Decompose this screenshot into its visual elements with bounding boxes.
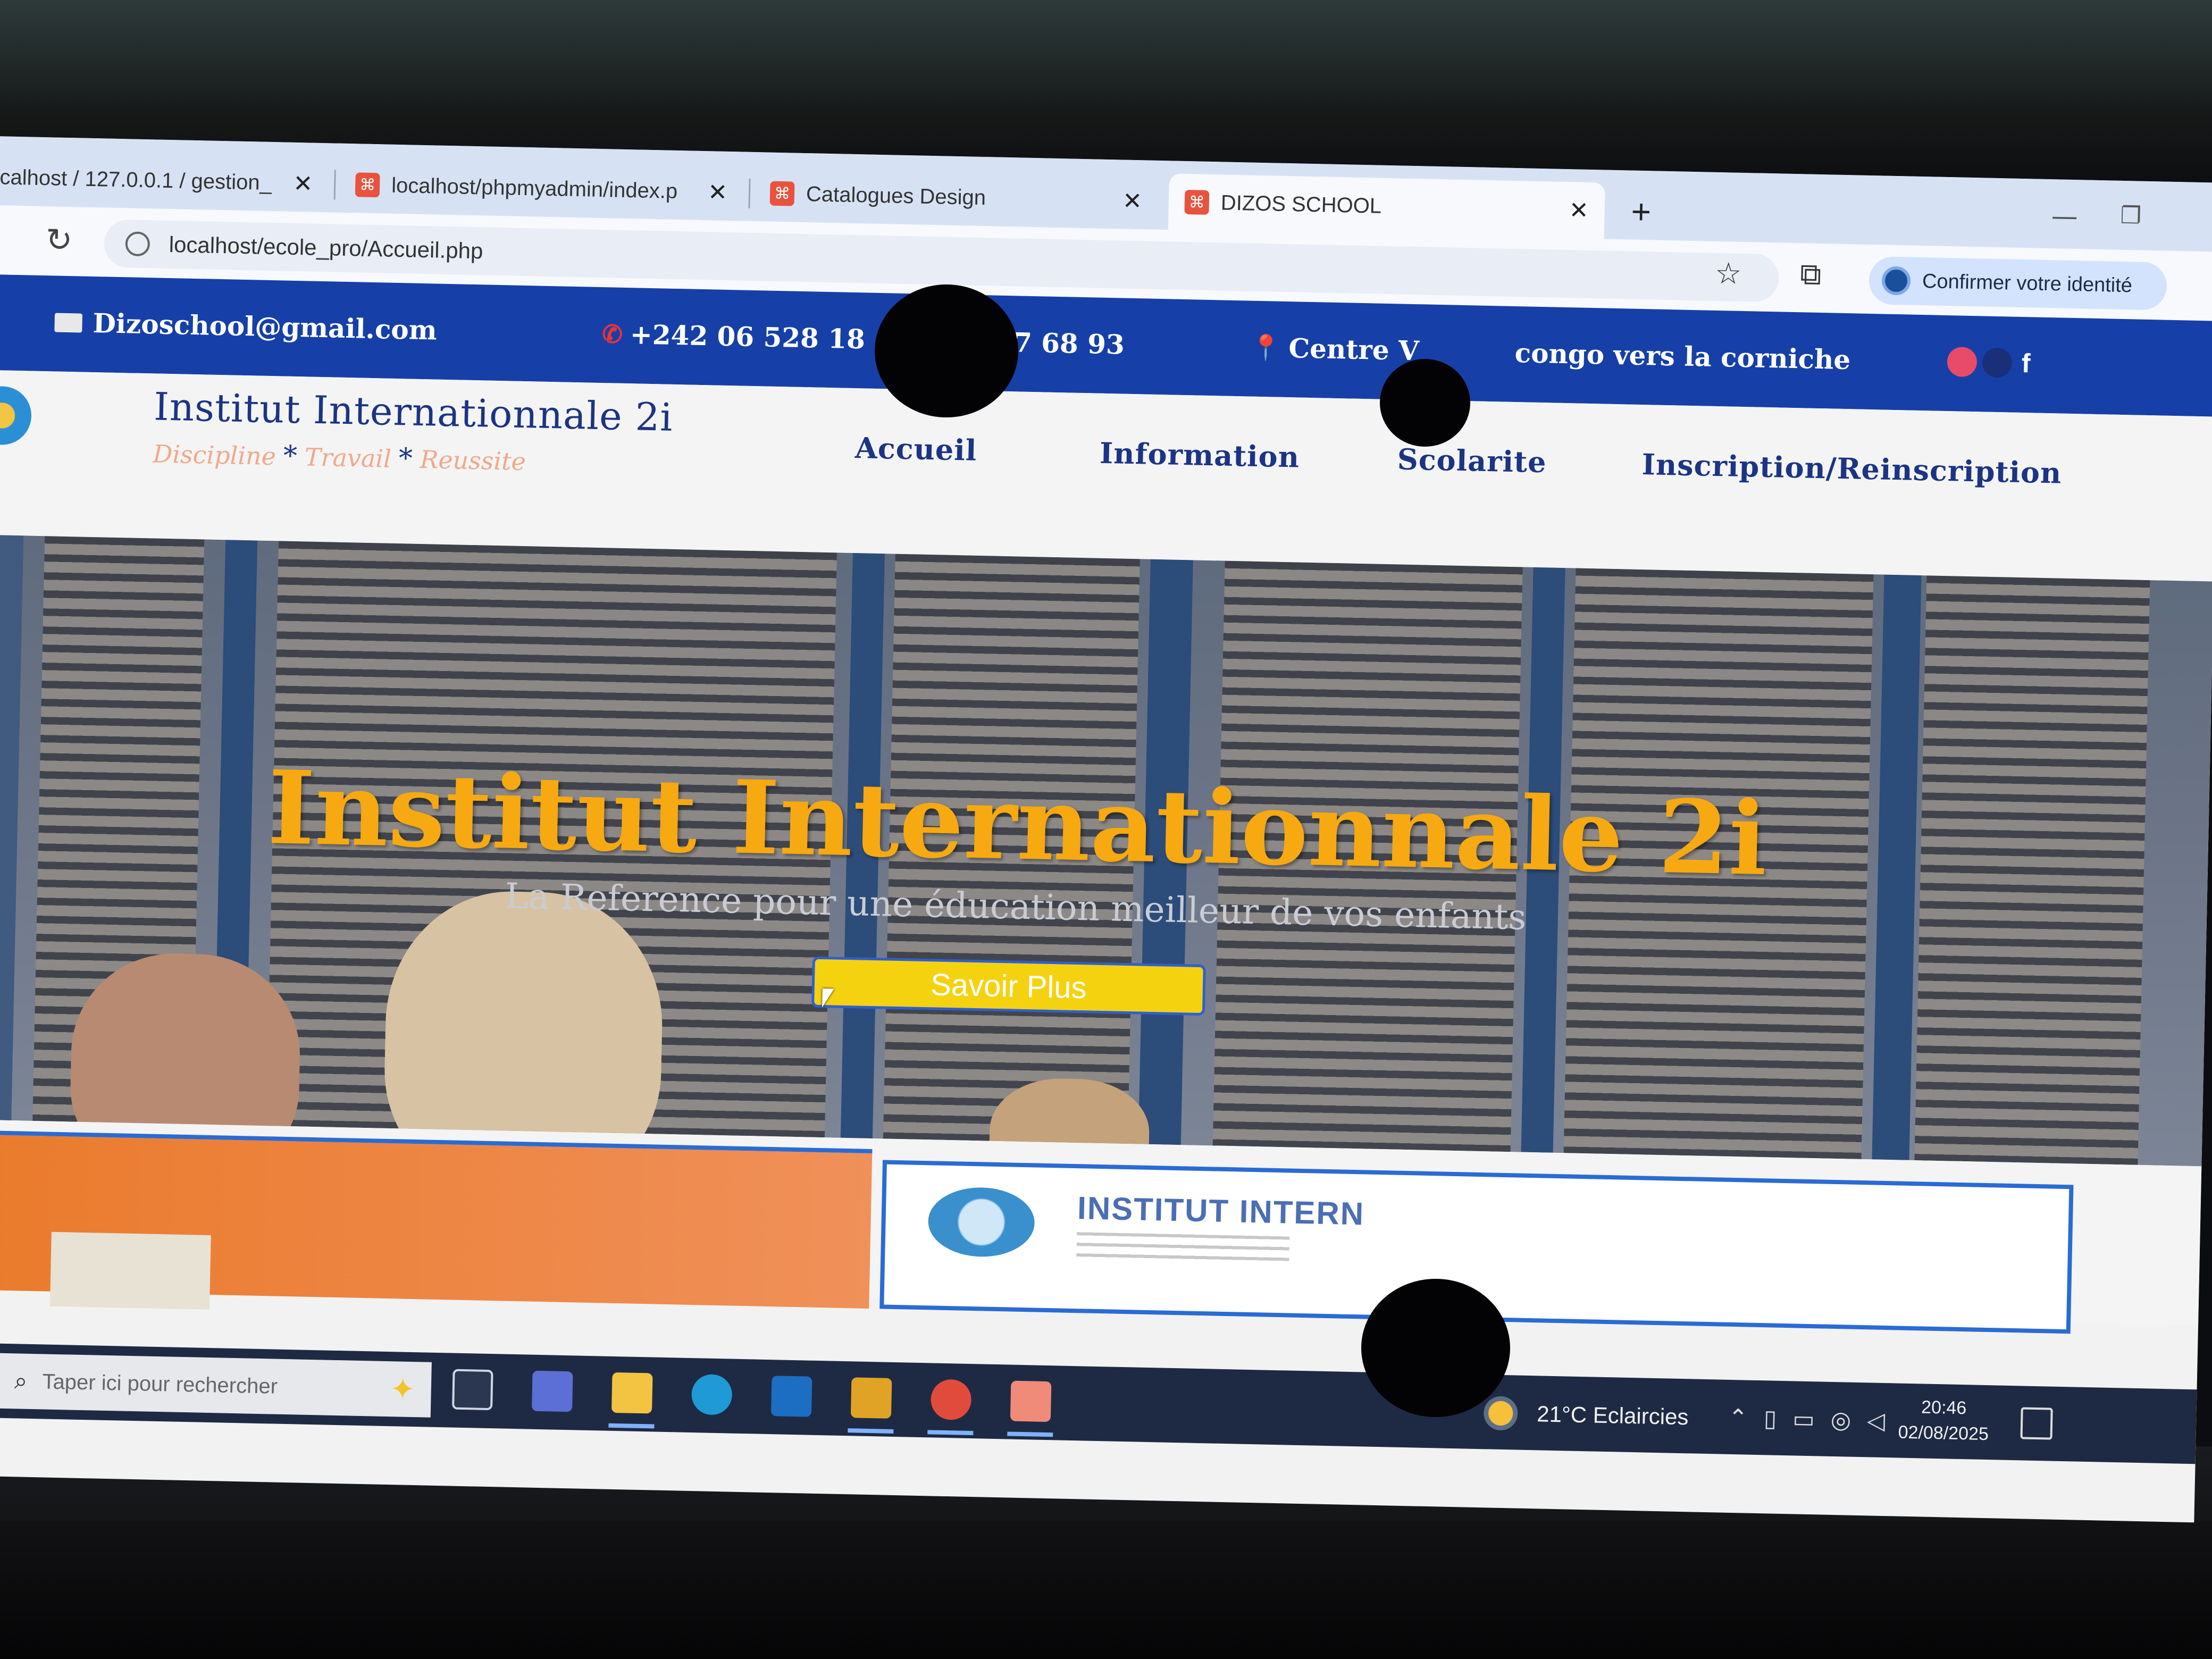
reload-icon[interactable]: ↻ bbox=[45, 221, 73, 259]
weather-text: 21°C Eclaircies bbox=[1536, 1401, 1689, 1430]
nav-scolarite[interactable]: Scolarite bbox=[1397, 442, 1547, 479]
site-title[interactable]: Institut Internationnale 2i bbox=[154, 384, 674, 439]
redaction-blot bbox=[1380, 359, 1470, 447]
mail-icon bbox=[54, 312, 83, 333]
mouse-cursor-icon bbox=[822, 988, 834, 1008]
weather-widget[interactable]: 21°C Eclaircies bbox=[1483, 1396, 1689, 1434]
copilot-spark-icon[interactable]: ✦ bbox=[390, 1371, 415, 1407]
search-placeholder: Taper ici pour rechercher bbox=[42, 1369, 278, 1398]
hero-banner: Institut Internationnale 2i La Reference… bbox=[0, 534, 2212, 1167]
tab-catalogues-design[interactable]: ⌘ Catalogues Design ✕ bbox=[753, 165, 1159, 230]
active-app-indicator bbox=[927, 1430, 974, 1436]
active-app-indicator bbox=[848, 1428, 894, 1434]
new-tab-button[interactable]: + bbox=[1631, 192, 1652, 232]
active-app-indicator bbox=[608, 1423, 655, 1429]
motto-word: Travail bbox=[304, 442, 392, 473]
location-pin-icon: 📍 bbox=[1250, 332, 1282, 362]
contact-address: 📍 Centre V congo vers la corniche bbox=[1250, 332, 1851, 376]
card-subtext bbox=[1076, 1232, 1290, 1263]
contact-email[interactable]: Dizoschool@gmail.com bbox=[54, 306, 437, 346]
address-url[interactable]: localhost/ecole_pro/Accueil.php bbox=[169, 232, 483, 264]
edge-icon[interactable] bbox=[691, 1374, 733, 1415]
store-icon[interactable] bbox=[531, 1370, 573, 1412]
contact-phone: ✆ +242 06 528 18 40/ 06 907 68 93 bbox=[601, 318, 1125, 360]
orange-card[interactable] bbox=[0, 1129, 873, 1310]
motto-separator: * bbox=[398, 442, 413, 475]
phone-icon: ✆ bbox=[601, 319, 623, 349]
xampp-icon[interactable] bbox=[1010, 1380, 1052, 1422]
xampp-icon: ⌘ bbox=[1184, 189, 1210, 215]
close-icon[interactable]: ✕ bbox=[1122, 187, 1143, 215]
tab-label: Catalogues Design bbox=[806, 182, 986, 210]
tab-label: localhost/phpmyadmin/index.p bbox=[391, 173, 678, 203]
redaction-blot bbox=[875, 284, 1018, 417]
facebook-icon[interactable]: f bbox=[2021, 348, 2031, 379]
laptop-screen: localhost / 127.0.0.1 / gestion_ ✕ ⌘ loc… bbox=[0, 136, 2212, 1523]
taskbar-search[interactable]: ⌕ Taper ici pour rechercher ✦ bbox=[0, 1353, 432, 1418]
savoir-plus-button[interactable]: Savoir Plus bbox=[811, 956, 1206, 1016]
social-icon[interactable] bbox=[1982, 347, 2013, 378]
system-tray[interactable]: ⌃▯▭◎◁ bbox=[1728, 1404, 1901, 1435]
confirm-identity-button[interactable]: Confirmer votre identité bbox=[1869, 256, 2167, 311]
identity-label: Confirmer votre identité bbox=[1922, 270, 2133, 297]
sublime-text-icon[interactable] bbox=[850, 1377, 892, 1419]
taskbar-clock[interactable]: 20:46 02/08/2025 bbox=[1898, 1394, 1989, 1447]
tab-label: localhost / 127.0.0.1 / gestion_ bbox=[0, 165, 272, 195]
task-view-icon[interactable] bbox=[452, 1369, 493, 1411]
social-links: f bbox=[1941, 346, 2031, 379]
laptop-keyboard-edge bbox=[0, 1521, 2212, 1659]
address-gap bbox=[1419, 351, 1515, 353]
xampp-icon: ⌘ bbox=[769, 181, 795, 206]
address-start: Centre V bbox=[1288, 332, 1420, 367]
chrome-icon[interactable] bbox=[930, 1379, 972, 1421]
restore-icon[interactable]: ❐ bbox=[2120, 202, 2142, 230]
tab-phpmyadmin[interactable]: ⌘ localhost/phpmyadmin/index.p ✕ bbox=[339, 156, 744, 221]
close-icon[interactable]: ✕ bbox=[1569, 197, 1589, 224]
address-end: congo vers la corniche bbox=[1514, 337, 1851, 376]
extensions-icon[interactable]: ⧉ bbox=[1800, 257, 1822, 292]
minimize-icon[interactable]: — bbox=[2051, 200, 2078, 232]
house-icon bbox=[49, 1231, 211, 1310]
site-motto: Discipline * Travail * Reussite bbox=[153, 437, 526, 477]
tab-label: DIZOS SCHOOL bbox=[1220, 190, 1382, 218]
nav-accueil[interactable]: Accueil bbox=[854, 431, 977, 467]
email-social-icon[interactable] bbox=[1947, 347, 1978, 378]
close-icon[interactable]: ✕ bbox=[708, 179, 728, 206]
file-explorer-icon[interactable] bbox=[611, 1372, 653, 1414]
site-info-icon[interactable] bbox=[125, 231, 150, 257]
clock-date: 02/08/2025 bbox=[1898, 1422, 1989, 1445]
weather-icon bbox=[1483, 1396, 1518, 1431]
profile-icon bbox=[1881, 266, 1911, 296]
school-logo[interactable] bbox=[0, 386, 32, 446]
tab-divider bbox=[333, 170, 336, 200]
notification-icon[interactable] bbox=[2020, 1407, 2053, 1440]
motto-separator: * bbox=[283, 440, 298, 473]
clock-time: 20:46 bbox=[1921, 1397, 1967, 1419]
bookmark-star-icon[interactable]: ☆ bbox=[1715, 256, 1742, 291]
card-title: INSTITUT INTERN bbox=[1077, 1190, 1365, 1232]
email-text: Dizoschool@gmail.com bbox=[93, 307, 438, 346]
motto-word: Discipline bbox=[152, 439, 276, 471]
nav-information[interactable]: Information bbox=[1099, 436, 1300, 474]
tab-dizos-school[interactable]: ⌘ DIZOS SCHOOL ✕ bbox=[1168, 173, 1605, 239]
motto-word: Reussite bbox=[420, 445, 526, 476]
institute-seal-icon bbox=[927, 1186, 1035, 1258]
tab-divider bbox=[748, 178, 751, 208]
hero-person bbox=[382, 889, 665, 1167]
nav-inscription[interactable]: Inscription/Reinscription bbox=[1641, 447, 2062, 490]
xampp-icon: ⌘ bbox=[355, 172, 380, 198]
redaction-blot bbox=[1361, 1279, 1510, 1417]
search-icon: ⌕ bbox=[14, 1368, 28, 1394]
outlook-icon[interactable] bbox=[770, 1376, 812, 1417]
taskbar: ⌕ Taper ici pour rechercher ✦ 21°C Eclai… bbox=[0, 1342, 2197, 1464]
photo-scene: localhost / 127.0.0.1 / gestion_ ✕ ⌘ loc… bbox=[0, 0, 2212, 1659]
active-app-indicator bbox=[1007, 1431, 1053, 1437]
close-icon[interactable]: ✕ bbox=[293, 170, 313, 197]
tab-gestion[interactable]: localhost / 127.0.0.1 / gestion_ ✕ bbox=[0, 148, 329, 212]
